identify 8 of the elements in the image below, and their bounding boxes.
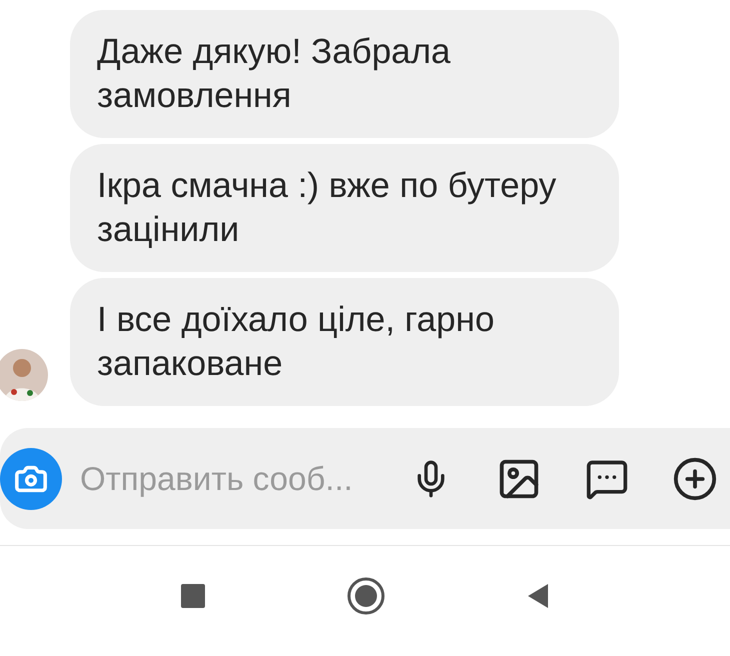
back-button[interactable] [526, 582, 550, 610]
recents-button[interactable] [180, 583, 206, 609]
message-bubble: Ікра смачна :) вже по бутеру зацінили [70, 144, 619, 272]
message-bubble: Даже дякую! Забрала замовлення [70, 10, 619, 138]
plus-icon [672, 456, 718, 502]
home-button[interactable] [346, 576, 386, 616]
message-bubble: І все доїхало ціле, гарно запаковане [70, 278, 619, 406]
message-input[interactable]: Отправить сооб... [78, 458, 372, 498]
